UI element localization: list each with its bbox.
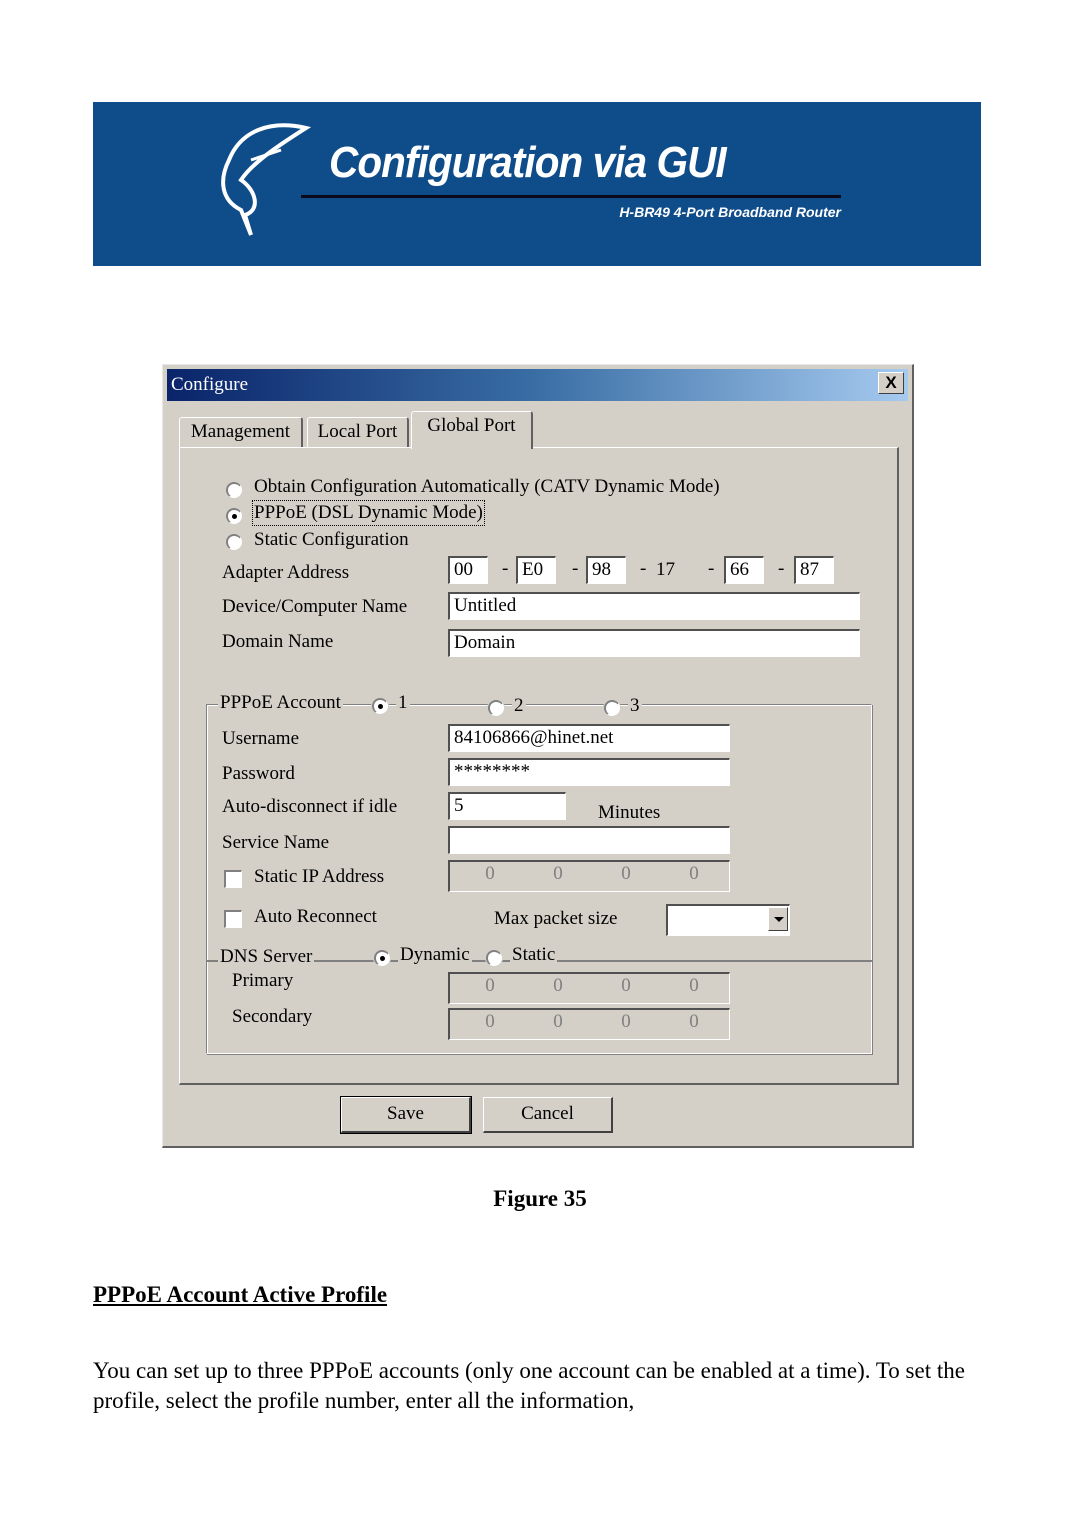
save-button[interactable]: Save — [340, 1096, 472, 1134]
configure-dialog: Configure X Management Local Port Global… — [162, 364, 914, 1148]
auto-reconnect-checkbox[interactable] — [224, 910, 242, 928]
profile-2-label: 2 — [512, 695, 526, 717]
ip-octet: 0 — [553, 975, 563, 996]
ip-octet: 0 — [689, 975, 699, 996]
tab-global-port[interactable]: Global Port — [411, 411, 533, 449]
mac-octet-2[interactable]: E0 — [516, 556, 556, 584]
close-icon: X — [885, 373, 897, 392]
tab-local-port[interactable]: Local Port — [307, 417, 409, 447]
mac-separator: - — [572, 558, 579, 579]
ip-octet: 0 — [689, 1011, 699, 1032]
minutes-label: Minutes — [598, 802, 661, 823]
ip-octet: 0 — [621, 975, 631, 996]
username-label: Username — [222, 728, 300, 749]
service-name-label: Service Name — [222, 832, 330, 853]
secondary-dns-label: Secondary — [232, 1006, 313, 1027]
ip-octet: 0 — [485, 863, 495, 884]
ip-octet: 0 — [485, 975, 495, 996]
radio-catv-dynamic[interactable] — [226, 482, 242, 498]
radio-dns-static[interactable] — [486, 950, 502, 966]
ip-octet: 0 — [621, 1011, 631, 1032]
dns-server-legend: DNS Server — [218, 946, 315, 968]
radio-profile-1[interactable] — [372, 698, 388, 714]
global-port-panel: Obtain Configuration Automatically (CATV… — [179, 447, 899, 1085]
chevron-down-icon[interactable] — [768, 907, 788, 931]
mac-separator: - — [502, 558, 509, 579]
primary-dns-label: Primary — [232, 970, 294, 991]
mac-separator: - — [708, 558, 715, 579]
adapter-address-label: Adapter Address — [222, 562, 350, 583]
password-input[interactable]: ******** — [448, 758, 730, 786]
ip-octet: 0 — [621, 863, 631, 884]
dns-static-label: Static — [510, 944, 558, 966]
banner-subtitle: H-BR49 4-Port Broadband Router — [619, 204, 841, 220]
static-ip-checkbox[interactable] — [224, 870, 242, 888]
banner-divider — [301, 195, 841, 198]
ip-octet: 0 — [689, 863, 699, 884]
password-label: Password — [222, 763, 295, 784]
auto-reconnect-label: Auto Reconnect — [254, 906, 377, 927]
header-banner: Configuration via GUI H-BR49 4-Port Broa… — [93, 102, 981, 266]
mac-octet-5[interactable]: 66 — [724, 556, 764, 584]
ip-octet: 0 — [485, 1011, 495, 1032]
ip-octet: 0 — [553, 1011, 563, 1032]
primary-dns-input: 0 0 0 0 — [448, 972, 730, 1004]
radio-profile-3[interactable] — [604, 700, 620, 716]
radio-pppoe[interactable] — [226, 508, 242, 524]
section-heading: PPPoE Account Active Profile — [93, 1282, 388, 1307]
radio-static-config[interactable] — [226, 534, 242, 550]
eagle-logo-icon — [221, 123, 311, 236]
mac-separator: - — [778, 558, 785, 579]
mac-separator: - — [640, 558, 647, 579]
device-name-input[interactable]: Untitled — [448, 592, 860, 620]
label-catv-dynamic: Obtain Configuration Automatically (CATV… — [254, 476, 720, 497]
radio-dns-dynamic[interactable] — [374, 950, 390, 966]
username-input[interactable]: 84106866@hinet.net — [448, 724, 730, 752]
banner-title: Configuration via GUI — [329, 138, 727, 187]
pppoe-account-legend: PPPoE Account — [218, 692, 343, 714]
profile-1-label: 1 — [396, 692, 410, 714]
dns-dynamic-label: Dynamic — [398, 944, 472, 966]
secondary-dns-input: 0 0 0 0 — [448, 1008, 730, 1040]
dialog-title: Configure — [171, 374, 249, 395]
static-ip-input: 0 0 0 0 — [448, 860, 730, 892]
domain-name-input[interactable]: Domain — [448, 629, 860, 657]
mac-octet-6[interactable]: 87 — [794, 556, 834, 584]
tab-management[interactable]: Management — [179, 417, 303, 447]
mac-octet-3[interactable]: 98 — [586, 556, 626, 584]
close-button[interactable]: X — [878, 372, 904, 394]
max-packet-select[interactable] — [666, 904, 790, 936]
idle-label: Auto-disconnect if idle — [222, 796, 398, 817]
static-ip-label: Static IP Address — [254, 866, 385, 887]
profile-3-label: 3 — [628, 695, 642, 717]
max-packet-label: Max packet size — [494, 908, 618, 929]
idle-minutes-input[interactable]: 5 — [448, 792, 566, 820]
label-pppoe: PPPoE (DSL Dynamic Mode) — [252, 500, 485, 526]
mac-octet-1[interactable]: 00 — [448, 556, 488, 584]
radio-profile-2[interactable] — [488, 700, 504, 716]
ip-octet: 0 — [553, 863, 563, 884]
body-paragraph: You can set up to three PPPoE accounts (… — [93, 1358, 965, 1413]
label-static-config: Static Configuration — [254, 529, 409, 550]
figure-caption: Figure 35 — [493, 1186, 587, 1211]
service-name-input[interactable] — [448, 826, 730, 854]
title-bar[interactable]: Configure X — [167, 369, 908, 401]
device-name-label: Device/Computer Name — [222, 596, 408, 617]
domain-name-label: Domain Name — [222, 631, 334, 652]
cancel-button[interactable]: Cancel — [483, 1097, 613, 1133]
mac-octet-4[interactable]: 17 — [650, 556, 690, 584]
